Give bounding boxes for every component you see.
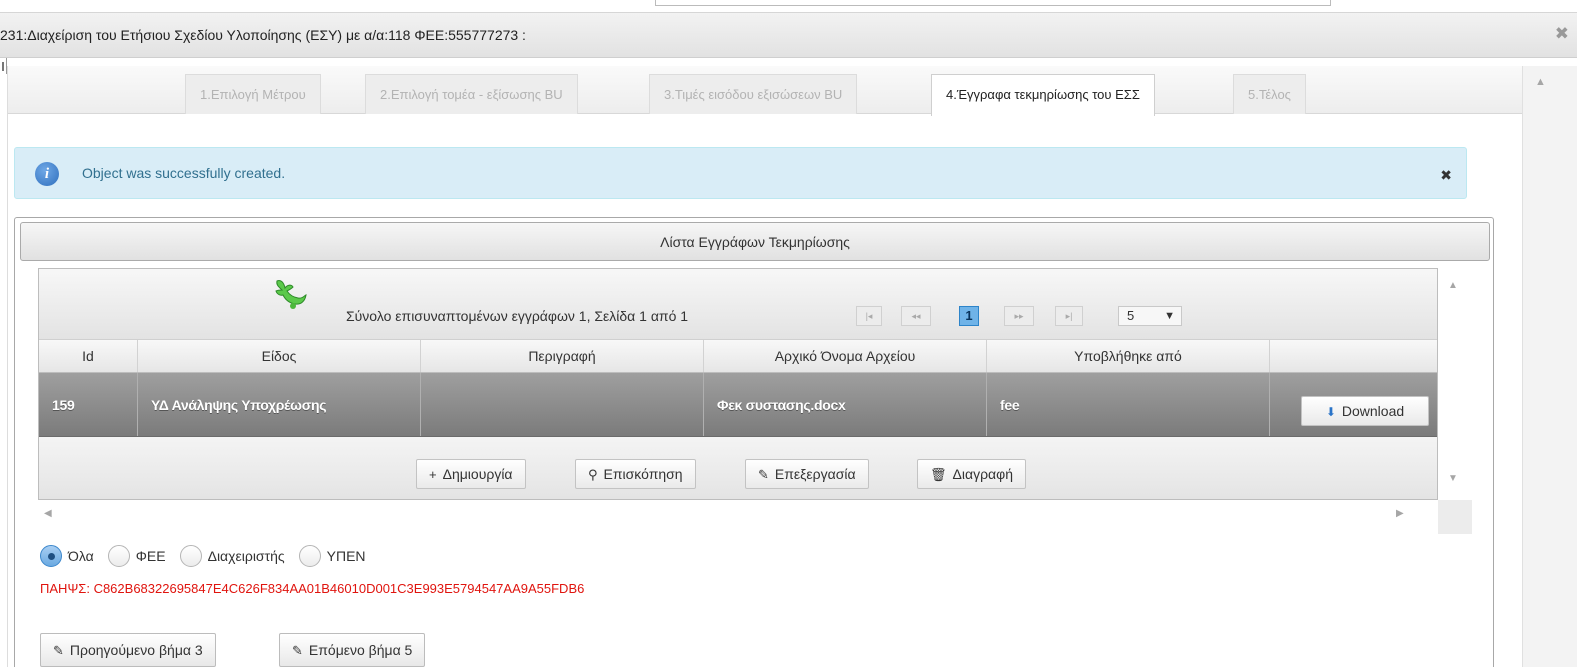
radio-circle[interactable] (40, 545, 62, 567)
filter-admin-label: Διαχειριστής (207, 548, 285, 564)
cell-submitted-by: fee (987, 373, 1270, 436)
trash-icon: 🗑 (930, 467, 947, 482)
alert-message: Object was successfully created. (82, 165, 286, 181)
filter-ypen-radio[interactable]: ΥΠΕΝ (298, 545, 366, 567)
tab-step-5[interactable]: 5.Τέλος (1233, 74, 1306, 114)
column-description[interactable]: Περιγραφή (421, 340, 704, 372)
grid-horizontal-scrollbar[interactable]: ◀ ▶ (38, 500, 1472, 534)
grid-vertical-scrollbar[interactable]: ▲ ▼ (1438, 268, 1472, 500)
scroll-right-icon[interactable]: ▶ (1396, 508, 1404, 519)
filter-all-label: Όλα (68, 548, 94, 564)
dialog-scrollbar[interactable]: ▲ (1522, 66, 1577, 667)
column-filename[interactable]: Αρχικό Όνομα Αρχείου (704, 340, 987, 372)
radio-circle[interactable] (179, 545, 202, 567)
dialog-titlebar: 231:Διαχείριση του Ετήσιου Σχεδίου Υλοπο… (0, 12, 1577, 58)
tab-step-1[interactable]: 1.Επιλογή Μέτρου (185, 74, 321, 114)
view-button[interactable]: ⚲ Επισκόπηση (575, 459, 696, 489)
alert-close-icon[interactable]: ✖ (1440, 167, 1452, 184)
background-window-edge (655, 0, 1331, 6)
pencil-icon: ✎ (758, 467, 769, 482)
pencil-icon: ✎ (53, 643, 64, 658)
first-page-icon[interactable]: |◂ (856, 306, 882, 326)
download-button[interactable]: ⬇ Download (1301, 396, 1429, 426)
scroll-down-icon[interactable]: ▼ (1448, 473, 1458, 484)
success-alert: i Object was successfully created. ✖ (14, 147, 1467, 199)
edit-button[interactable]: ✎ Επεξεργασία (745, 459, 869, 489)
grid-column-headers: Id Είδος Περιγραφή Αρχικό Όνομα Αρχείου … (39, 339, 1437, 373)
cell-filename: Φεκ συστασης.docx (704, 373, 987, 436)
filter-fee-radio[interactable]: ΦΕΕ (107, 545, 166, 567)
submitter-filter: Όλα ΦΕΕ Διαχειριστής ΥΠΕΝ (40, 543, 380, 569)
panel-title: Λίστα Εγγράφων Τεκμηρίωσης (20, 222, 1490, 261)
grid-toolbar: + Δημιουργία ⚲ Επισκόπηση ✎ Επεξεργασία 🗑 Δι… (39, 437, 1437, 499)
previous-step-label: Προηγούμενο βήμα 3 (69, 642, 203, 658)
prev-page-icon[interactable]: ◂◂ (901, 306, 931, 326)
hash-line: ΠΑΗΨΣ: C862B68322695847E4C626F834AA01B46… (40, 581, 585, 596)
wizard-tabs: 1.Επιλογή Μέτρου 2.Επιλογή τομέα - εξίσω… (8, 66, 1523, 116)
column-actions (1270, 340, 1437, 372)
dialog-title: 231:Διαχείριση του Ετήσιου Σχεδίου Υλοπο… (0, 27, 526, 43)
tab-step-4[interactable]: 4.Έγγραφα τεκμηρίωσης του ΕΣΣ (931, 74, 1155, 116)
cell-type: ΥΔ Ανάληψης Υποχρέωσης (138, 373, 421, 436)
tab-step-3[interactable]: 3.Τιμές εισόδου εξισώσεων BU (649, 74, 858, 114)
app-logo-icon (275, 280, 307, 309)
scroll-up-icon[interactable]: ▲ (1535, 76, 1546, 88)
edit-label: Επεξεργασία (774, 466, 856, 482)
next-step-button[interactable]: ✎ Επόμενο βήμα 5 (279, 633, 426, 667)
column-id[interactable]: Id (39, 340, 138, 372)
scroll-left-icon[interactable]: ◀ (44, 508, 52, 519)
delete-button[interactable]: 🗑 Διαγραφή (917, 459, 1026, 489)
cell-id: 159 (39, 373, 138, 436)
scrollbar-corner (1438, 500, 1472, 534)
pencil-icon: ✎ (292, 643, 303, 658)
download-label: Download (1341, 403, 1405, 419)
cell-description (421, 373, 704, 436)
search-icon: ⚲ (588, 467, 598, 482)
tab-step-2[interactable]: 2.Επιλογή τομέα - εξίσωσης BU (365, 74, 578, 114)
table-row[interactable]: 159 ΥΔ Ανάληψης Υποχρέωσης Φεκ συστασης.… (39, 373, 1437, 437)
next-step-label: Επόμενο βήμα 5 (308, 642, 413, 658)
documents-grid: Σύνολο επισυναπτομένων εγγράφων 1, Σελίδ… (38, 268, 1438, 500)
previous-step-button[interactable]: ✎ Προηγούμενο βήμα 3 (40, 633, 216, 667)
plus-icon: + (429, 467, 437, 482)
filter-ypen-label: ΥΠΕΝ (326, 548, 366, 564)
close-icon[interactable]: ✖ (1555, 24, 1569, 44)
filter-fee-label: ΦΕΕ (135, 548, 166, 564)
create-label: Δημιουργία (442, 466, 513, 482)
radio-circle[interactable] (107, 545, 130, 567)
radio-circle[interactable] (298, 545, 321, 567)
download-icon: ⬇ (1325, 405, 1336, 419)
background-window-stub (0, 58, 7, 74)
column-type[interactable]: Είδος (138, 340, 421, 372)
scroll-up-icon[interactable]: ▲ (1448, 280, 1458, 291)
create-button[interactable]: + Δημιουργία (416, 459, 526, 489)
filter-all-radio[interactable]: Όλα (40, 545, 94, 567)
rows-per-page-select[interactable]: 5 ▼ (1118, 306, 1182, 326)
last-page-icon[interactable]: ▸| (1055, 306, 1083, 326)
delete-label: Διαγραφή (952, 466, 1013, 482)
filter-admin-radio[interactable]: Διαχειριστής (179, 545, 285, 567)
next-page-icon[interactable]: ▸▸ (1004, 306, 1034, 326)
top-edge (0, 0, 1577, 12)
chevron-down-icon: ▼ (1164, 310, 1175, 322)
info-icon: i (35, 162, 59, 186)
grid-header: Σύνολο επισυναπτομένων εγγράφων 1, Σελίδ… (39, 269, 1437, 339)
rows-per-page-value: 5 (1127, 308, 1135, 323)
view-label: Επισκόπηση (603, 466, 683, 482)
grid-summary: Σύνολο επισυναπτομένων εγγράφων 1, Σελίδ… (346, 308, 689, 324)
column-submitted-by[interactable]: Υποβλήθηκε από (987, 340, 1270, 372)
current-page-button[interactable]: 1 (959, 306, 979, 326)
